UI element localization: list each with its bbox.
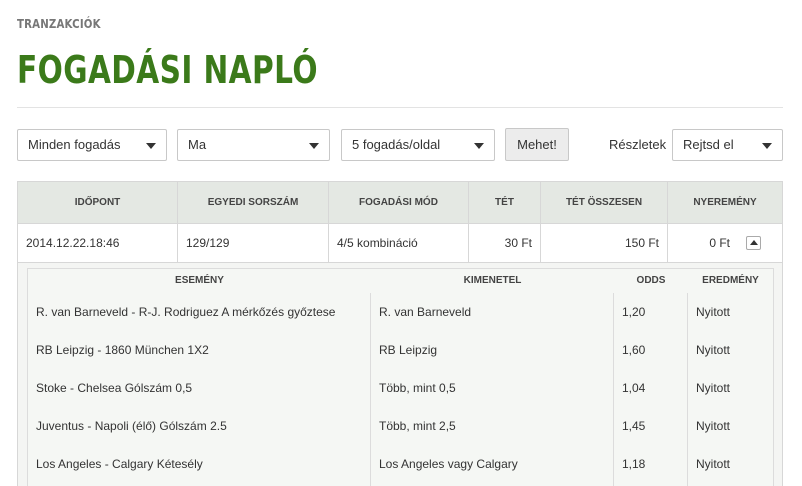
- cell-total-stake: 150 Ft: [541, 224, 668, 262]
- header-mode[interactable]: FOGADÁSI MÓD: [329, 182, 469, 224]
- chevron-up-icon: [750, 240, 758, 245]
- details-odds: 1,18: [622, 457, 646, 471]
- table-row[interactable]: 2014.12.22.18:46 129/129 4/5 kombináció …: [18, 224, 782, 263]
- header-winnings[interactable]: NYEREMÉNY: [668, 182, 782, 224]
- details-row: RB Leipzig - 1860 München 1X2 RB Leipzig…: [28, 331, 773, 369]
- caret-down-icon: [146, 143, 156, 149]
- details-label: Részletek: [609, 137, 667, 152]
- details-odds: 1,45: [622, 419, 646, 433]
- period-select[interactable]: Ma: [177, 129, 330, 161]
- details-event: Juventus - Napoli (élő) Gólszám 2.5: [36, 419, 227, 433]
- cell-stake: 30 Ft: [469, 224, 541, 262]
- details-value: Rejtsd el: [683, 137, 734, 152]
- details-header-odds: ODDS: [636, 275, 666, 286]
- details-result: Nyitott: [696, 419, 731, 433]
- details-event: R. van Barneveld - R-J. Rodriguez A mérk…: [36, 305, 336, 319]
- details-row: Juventus - Napoli (élő) Gólszám 2.5 Több…: [28, 407, 773, 445]
- details-outcome: R. van Barneveld: [379, 305, 472, 319]
- details-event: Stoke - Chelsea Gólszám 0,5: [36, 381, 193, 395]
- details-event: RB Leipzig - 1860 München 1X2: [36, 343, 209, 357]
- header-total-stake[interactable]: TÉT ÖSSZESEN: [541, 182, 668, 224]
- details-outcome: Több, mint 2,5: [379, 419, 456, 433]
- details-outcome: RB Leipzig: [379, 343, 438, 357]
- cell-serial: 129/129: [178, 224, 329, 262]
- caret-down-icon: [309, 143, 319, 149]
- title-divider: [17, 107, 783, 108]
- details-header-result: EREDMÉNY: [702, 275, 759, 286]
- details-header-outcome: KIMENETEL: [463, 275, 522, 286]
- details-row: Los Angeles - Calgary Kétesély Los Angel…: [28, 445, 773, 483]
- period-value: Ma: [188, 137, 207, 152]
- details-result: Nyitott: [696, 381, 731, 395]
- details-header-event: ESEMÉNY: [175, 275, 224, 286]
- details-result: Nyitott: [696, 343, 731, 357]
- go-button[interactable]: Mehet!: [505, 128, 569, 161]
- cell-mode: 4/5 kombináció: [329, 224, 469, 262]
- header-time[interactable]: IDŐPONT: [18, 182, 178, 224]
- caret-down-icon: [474, 143, 484, 149]
- details-row: Stoke - Chelsea Gólszám 0,5 Több, mint 0…: [28, 369, 773, 407]
- header-stake[interactable]: TÉT: [469, 182, 541, 224]
- page-title: FOGADÁSI NAPLÓ: [17, 48, 318, 92]
- details-table: ESEMÉNY KIMENETEL ODDS EREDMÉNY R. van B…: [27, 268, 774, 486]
- details-select[interactable]: Rejtsd el: [672, 129, 783, 161]
- bet-type-select[interactable]: Minden fogadás: [17, 129, 167, 161]
- breadcrumb[interactable]: TRANZAKCIÓK: [17, 17, 101, 31]
- per-page-select[interactable]: 5 fogadás/oldal: [341, 129, 495, 161]
- details-row: R. van Barneveld - R-J. Rodriguez A mérk…: [28, 293, 773, 331]
- bet-type-value: Minden fogadás: [28, 137, 121, 152]
- details-odds: 1,04: [622, 381, 646, 395]
- collapse-toggle-button[interactable]: [746, 236, 761, 250]
- cell-time: 2014.12.22.18:46: [18, 224, 178, 262]
- bet-details-panel: ESEMÉNY KIMENETEL ODDS EREDMÉNY R. van B…: [18, 263, 782, 486]
- caret-down-icon: [762, 143, 772, 149]
- header-serial[interactable]: EGYEDI SORSZÁM: [178, 182, 329, 224]
- details-outcome: Los Angeles vagy Calgary: [379, 457, 518, 471]
- bets-table: IDŐPONT EGYEDI SORSZÁM FOGADÁSI MÓD TÉT …: [17, 181, 783, 486]
- details-odds: 1,20: [622, 305, 646, 319]
- details-outcome: Több, mint 0,5: [379, 381, 456, 395]
- details-odds: 1,60: [622, 343, 646, 357]
- cell-winnings: 0 Ft: [709, 236, 730, 250]
- details-result: Nyitott: [696, 457, 731, 471]
- details-event: Los Angeles - Calgary Kétesély: [36, 457, 203, 471]
- table-header: IDŐPONT EGYEDI SORSZÁM FOGADÁSI MÓD TÉT …: [18, 182, 782, 224]
- details-result: Nyitott: [696, 305, 731, 319]
- per-page-value: 5 fogadás/oldal: [352, 137, 441, 152]
